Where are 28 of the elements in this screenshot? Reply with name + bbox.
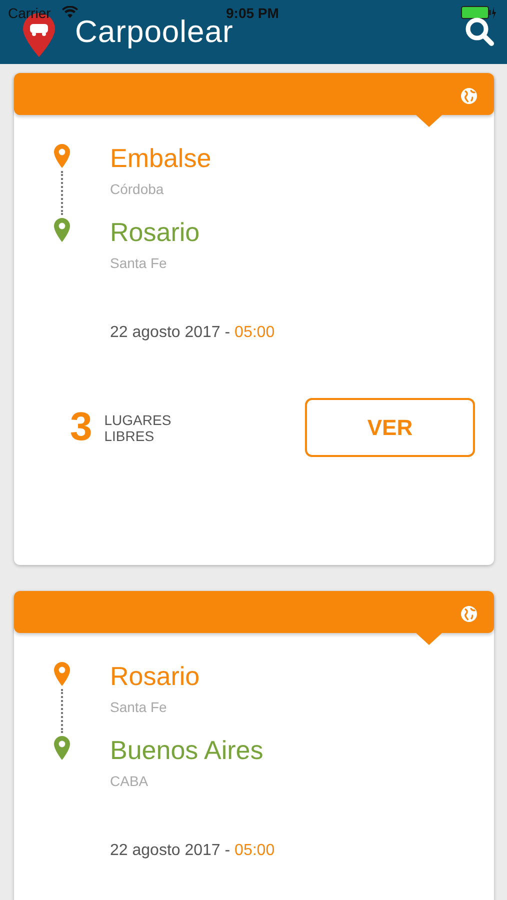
pointer-tip [416, 633, 442, 645]
trip-date: 22 agosto 2017 - 05:00 [110, 842, 275, 859]
origin-region: Santa Fe [110, 699, 168, 715]
route-line [61, 171, 63, 215]
trip-date: 22 agosto 2017 - 05:00 [110, 324, 275, 341]
carrier-name: Carrier [8, 5, 51, 21]
globe-icon [461, 606, 477, 622]
route-line [61, 689, 63, 733]
destination-region: Santa Fe [110, 255, 168, 271]
destination-city: Rosario [110, 217, 201, 247]
origin-pin-icon [53, 661, 71, 687]
globe-icon [461, 88, 477, 104]
origin-city: Rosario [110, 661, 201, 691]
pointer-tip [416, 115, 442, 127]
search-icon[interactable] [465, 17, 495, 47]
seats-label: LUGARES [104, 412, 172, 428]
destination-city: Buenos Aires [110, 735, 264, 765]
destination-region: CABA [110, 773, 150, 789]
trip-card[interactable]: Rosario Santa Fe Buenos Aires CABA 22 agosto 2017 - 05:00 [14, 591, 494, 900]
seats-label: LIBRES [104, 428, 156, 444]
origin-city: Embalse [110, 143, 212, 173]
wifi-icon [62, 6, 78, 18]
destination-pin-icon [53, 735, 71, 761]
destination-pin-icon [53, 217, 71, 243]
origin-region: Córdoba [110, 181, 165, 197]
origin-pin-icon [53, 143, 71, 169]
battery-icon [461, 6, 497, 20]
seat-count: 3 [70, 405, 92, 450]
